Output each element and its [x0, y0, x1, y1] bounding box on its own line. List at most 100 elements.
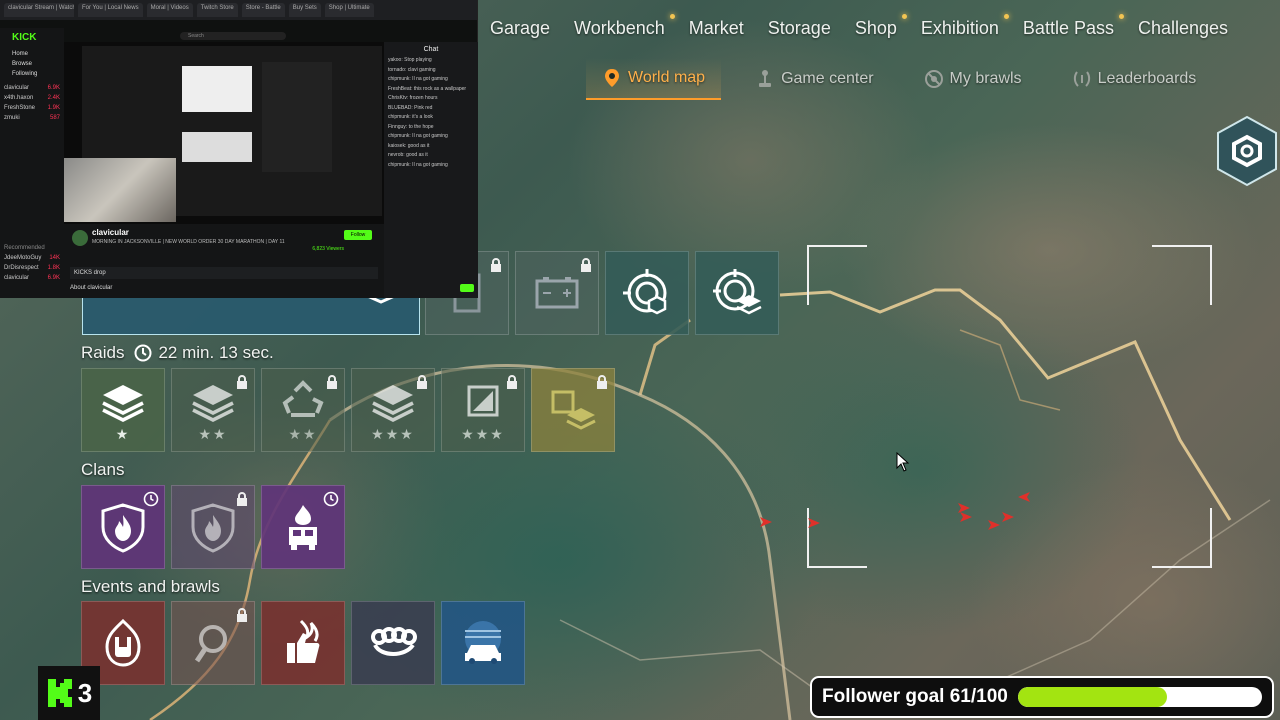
layers-icon — [372, 385, 414, 422]
tab-label: Challenges — [1137, 18, 1229, 38]
notification-dot — [669, 14, 675, 19]
browser-tab[interactable]: Twitch Store — [196, 3, 238, 17]
tab-market[interactable]: Market — [677, 14, 756, 44]
tab-world-map[interactable]: World map — [586, 58, 722, 100]
clan-tile-locked[interactable] — [171, 485, 255, 569]
browser-tab[interactable]: Buy Sets — [288, 3, 321, 17]
streamer-webcam — [64, 158, 176, 222]
following-channel[interactable]: zmuki 587 — [4, 113, 60, 123]
raid-tile-chip[interactable]: ★★★ — [441, 368, 525, 452]
recommended-channel[interactable]: clavicular 6.9K — [4, 273, 60, 283]
event-tile-car[interactable] — [441, 601, 525, 685]
following-channel[interactable]: FreshStone 1.9K — [4, 103, 60, 113]
viewer-count: 2.4K — [47, 95, 60, 101]
channel-name: FreshStone — [4, 105, 36, 111]
tab-shop[interactable]: Shop — [843, 14, 909, 44]
chip-icon — [467, 385, 499, 417]
tab-label: Game center — [781, 70, 874, 87]
event-tile-thumbs-up[interactable] — [261, 601, 345, 685]
tab-my-brawls[interactable]: My brawls — [908, 58, 1038, 100]
tab-game-center[interactable]: Game center — [739, 58, 889, 100]
tab-workbench[interactable]: Workbench — [562, 14, 677, 44]
channel-name[interactable]: clavicular — [92, 228, 129, 237]
follower-goal-track — [1017, 687, 1262, 707]
browser-tab[interactable]: Shop | Ultimate — [324, 3, 374, 17]
chat-message: nevrob: good as it — [388, 152, 428, 158]
following-channel[interactable]: x4th.haxon 2.4K — [4, 93, 60, 103]
sidebar-item-browse[interactable]: Browse — [4, 59, 60, 69]
recommended-channel[interactable]: JdeeMotoGuy 14K — [4, 253, 60, 263]
event-tile-brass-knuckles[interactable] — [351, 601, 435, 685]
map-marker[interactable] — [1018, 492, 1030, 502]
tab-garage[interactable]: Garage — [478, 14, 562, 44]
kick-logo[interactable]: KICK — [12, 32, 60, 43]
tab-label: Market — [688, 18, 744, 38]
clock-icon — [323, 491, 339, 507]
hex-settings-button[interactable] — [1216, 115, 1278, 187]
viewer-count: 1.8K — [47, 265, 60, 271]
map-marker[interactable] — [808, 518, 820, 528]
mouse-cursor-icon — [896, 452, 910, 472]
kick-logo-icon — [47, 679, 72, 707]
stream-search-input[interactable]: Search — [180, 32, 286, 40]
events-section-label: Events and brawls — [81, 577, 220, 597]
drops-panel[interactable]: KICKS drop — [70, 267, 378, 279]
clans-label: Clans — [81, 460, 125, 479]
clans-section-label: Clans — [81, 460, 124, 480]
channel-name: DrDisrespect — [4, 265, 39, 271]
events-label: Events and brawls — [81, 577, 220, 596]
tab-label: Storage — [767, 18, 831, 38]
following-channel[interactable]: clavicular 6.9K — [4, 83, 60, 93]
browser-tab[interactable]: Moral | Videos — [146, 3, 193, 17]
raid-tile-recycle[interactable]: ★★ — [261, 368, 345, 452]
viewer-count: 14K — [49, 255, 60, 261]
screen-image — [182, 66, 252, 112]
browser-tab[interactable]: clavicular Stream | Watch Live — [4, 3, 74, 17]
difficulty-stars: ★★★ — [461, 426, 505, 442]
raid-tile-special[interactable] — [531, 368, 615, 452]
channel-name: JdeeMotoGuy — [4, 255, 42, 261]
machine-layers-icon — [551, 390, 596, 430]
map-marker[interactable] — [1002, 512, 1014, 522]
chat-message: yakoo: Stop playing — [388, 57, 432, 63]
target-bracket-bottom-right — [1152, 508, 1212, 568]
notification-dot — [1118, 14, 1124, 19]
viewer-count: 6.9K — [47, 275, 60, 281]
clan-tile-truck[interactable] — [261, 485, 345, 569]
sidebar-item-home[interactable]: Home — [4, 49, 60, 59]
about-link[interactable]: About clavicular — [70, 285, 378, 291]
tab-storage[interactable]: Storage — [756, 14, 843, 44]
chat-message: chipmunk: Il na got gaming — [388, 133, 448, 139]
difficulty-stars: ★★ — [288, 426, 318, 442]
recommended-channel[interactable]: DrDisrespect 1.8K — [4, 263, 60, 273]
clock-icon — [134, 344, 152, 362]
chat-message: chipmunk: it's a look — [388, 114, 433, 120]
recommended-title: Recommended — [4, 245, 45, 251]
tab-exhibition[interactable]: Exhibition — [909, 14, 1011, 44]
avatar[interactable] — [72, 230, 88, 246]
raid-tile-1-star[interactable]: ★ — [81, 368, 165, 452]
browser-tab[interactable]: For You | Local News — [78, 3, 143, 17]
search-gear-icon — [194, 625, 227, 663]
tab-battle-pass[interactable]: Battle Pass — [1011, 14, 1126, 44]
raid-tile-2-star[interactable]: ★★ — [171, 368, 255, 452]
locked-battery-tile[interactable] — [515, 251, 599, 335]
chat-send-button[interactable] — [460, 284, 474, 292]
map-marker[interactable] — [760, 517, 772, 527]
map-marker[interactable] — [988, 520, 1000, 530]
follow-button[interactable]: Follow — [344, 230, 372, 240]
browser-tab[interactable]: Store - Battle — [241, 3, 285, 17]
chat-message: ChrisKtv: frozen hours — [388, 95, 438, 101]
sidebar-item-following[interactable]: Following — [4, 69, 60, 79]
raid-tile-3-star[interactable]: ★★★ — [351, 368, 435, 452]
stream-chat: Chat yakoo: Stop playing tornado: clavi … — [384, 42, 478, 298]
tab-challenges[interactable]: Challenges — [1126, 14, 1240, 44]
tab-leaderboards[interactable]: Leaderboards — [1056, 58, 1213, 100]
clan-tile-fire-shield[interactable] — [81, 485, 165, 569]
event-tile-locked[interactable] — [171, 601, 255, 685]
target-parts-tile[interactable] — [605, 251, 689, 335]
map-marker[interactable] — [960, 512, 972, 522]
layers-icon — [102, 385, 144, 422]
target-layers-tile[interactable] — [695, 251, 779, 335]
kick-sidebar: KICK Home Browse Following clavicular 6.9… — [0, 28, 64, 298]
